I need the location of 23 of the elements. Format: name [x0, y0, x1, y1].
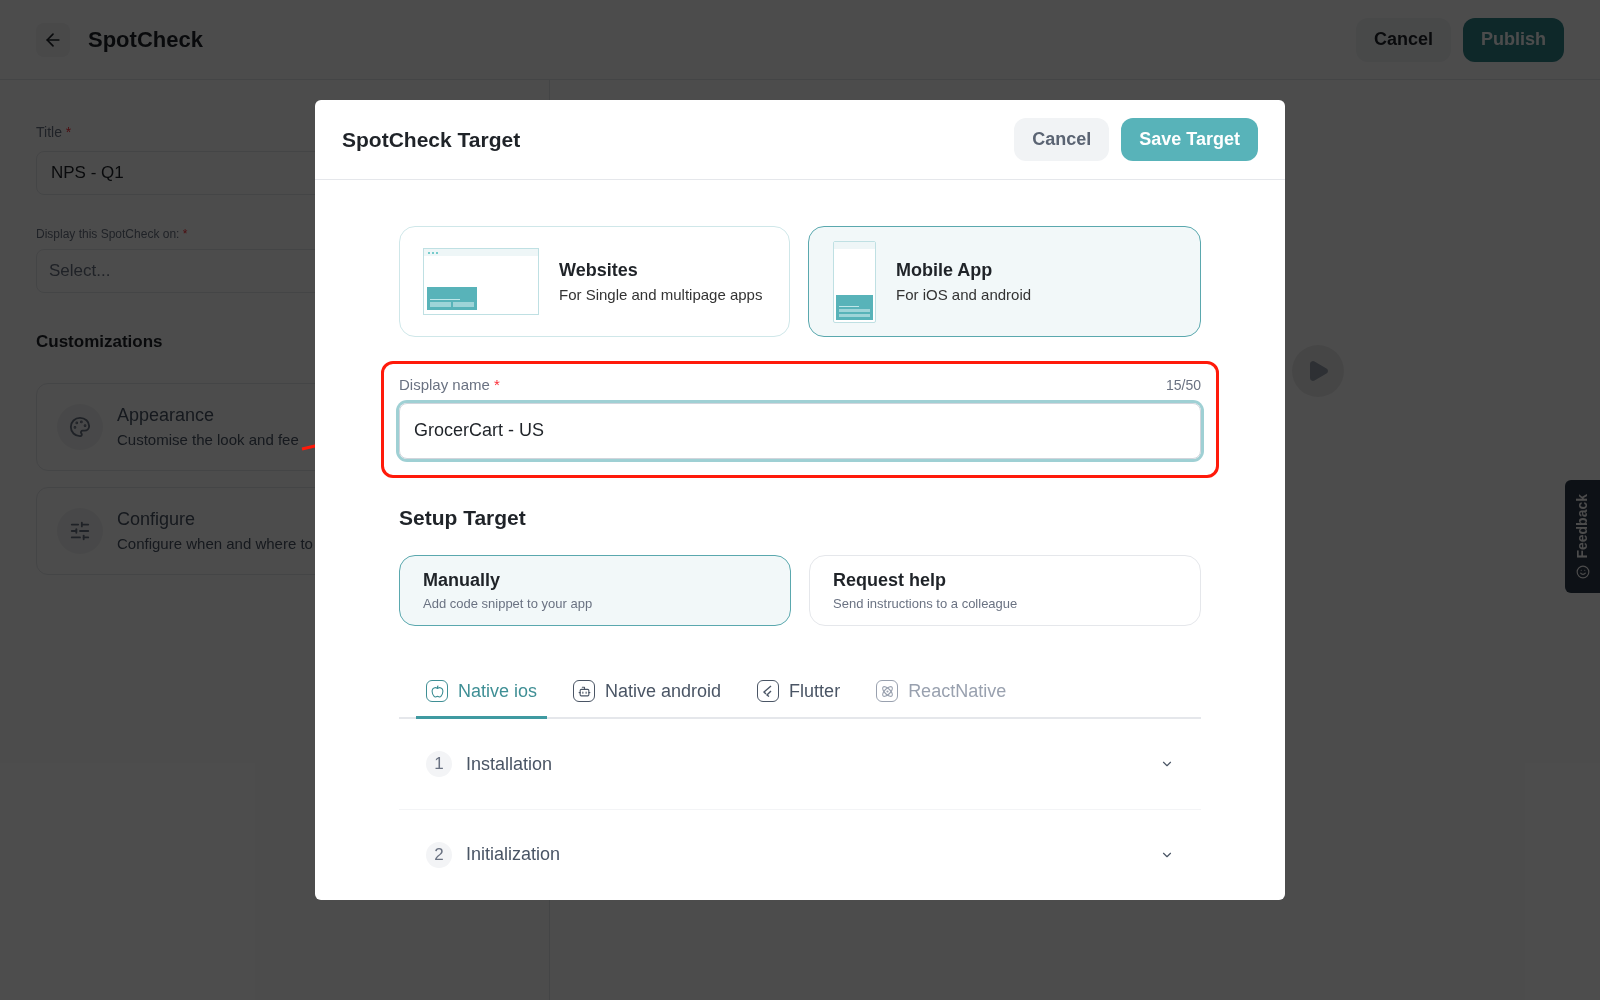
section-heading: Customizations: [36, 331, 164, 353]
field-label: Display name *: [399, 375, 500, 395]
platform-option[interactable]: Websites For Single and multipage apps: [399, 226, 790, 337]
setup-option[interactable]: Manually Add code snippet to your app: [399, 555, 791, 626]
character-counter: 15/50: [1165, 375, 1201, 395]
step-number: 1: [426, 751, 452, 777]
platform-option[interactable]: Mobile App For iOS and android: [808, 226, 1201, 337]
step-number: 2: [426, 841, 452, 868]
platform-tab[interactable]: Native android: [563, 666, 732, 719]
page-title: SpotCheck: [88, 26, 203, 54]
accordion-step[interactable]: 1 Installation: [399, 719, 1201, 809]
cancel-button[interactable]: Cancel: [1014, 118, 1110, 161]
atom-icon: [876, 680, 899, 702]
display-name-field[interactable]: GrocerCart - US: [399, 402, 1201, 459]
section-heading: Setup Target: [399, 504, 527, 531]
platform-tab[interactable]: Flutter: [747, 666, 851, 719]
platform-tab[interactable]: Native ios: [416, 666, 548, 719]
flutter-logo-icon: [757, 680, 780, 702]
android-robot-icon: [573, 680, 596, 702]
setup-option[interactable]: Request help Send instructions to a colleague: [809, 555, 1201, 626]
apple-icon: [426, 680, 448, 702]
modal-title: SpotCheck Target: [342, 126, 521, 153]
accordion-step[interactable]: 2 Initialization: [399, 809, 1201, 899]
